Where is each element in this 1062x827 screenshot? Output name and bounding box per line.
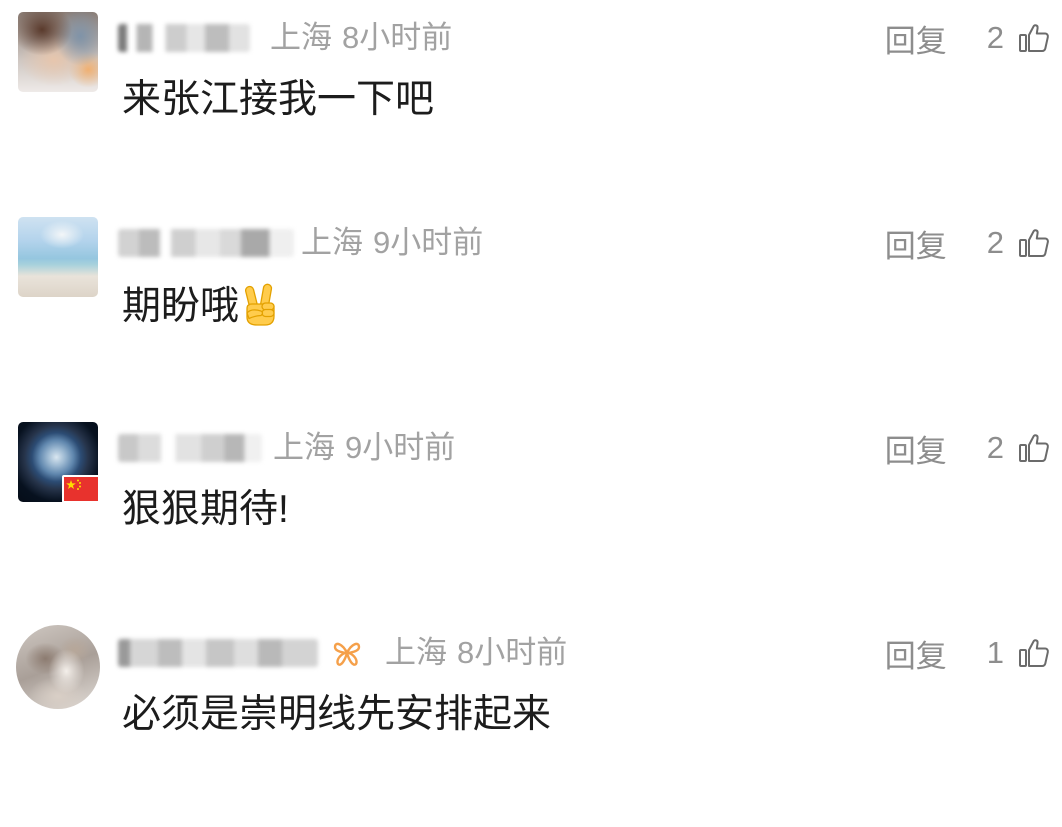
- avatar-image: [18, 12, 98, 92]
- user-avatar[interactable]: [18, 12, 98, 92]
- location-label: 上海: [301, 225, 363, 260]
- china-flag-icon: [62, 475, 100, 503]
- thumbs-up-icon[interactable]: [1018, 227, 1050, 259]
- timestamp: 9小时前: [373, 225, 484, 260]
- avatar-image: [18, 217, 98, 297]
- location-label: 上海: [273, 430, 335, 465]
- thumbs-up-icon[interactable]: [1018, 22, 1050, 54]
- comment-actions: 回复 2: [885, 225, 1050, 264]
- like-count: 2: [986, 430, 1004, 465]
- comment-text: 期盼哦: [122, 283, 281, 329]
- comment-actions: 回复 1: [885, 635, 1050, 674]
- comment-item: 上海 8小时前 回复 2 来张江接我一下吧: [0, 12, 1062, 212]
- timestamp: 9小时前: [345, 430, 456, 465]
- comment-actions: 回复 2: [885, 430, 1050, 469]
- like-count: 2: [986, 225, 1004, 260]
- username-blurred[interactable]: [118, 434, 262, 462]
- username-blurred[interactable]: [118, 229, 294, 257]
- location-label: 上海: [270, 20, 332, 55]
- user-avatar[interactable]: [18, 217, 98, 297]
- reply-button[interactable]: 回复: [885, 631, 947, 676]
- timestamp: 8小时前: [342, 20, 453, 55]
- comment-item: 上海 8小时前 回复 1 必须是崇明线先安排起来: [0, 625, 1062, 827]
- reply-button[interactable]: 回复: [885, 221, 947, 266]
- avatar-image: [16, 625, 100, 709]
- reply-button[interactable]: 回复: [885, 426, 947, 471]
- comment-meta: 上海 8小时前: [118, 635, 567, 671]
- comment-meta: 上海 9小时前: [118, 430, 455, 466]
- comment-meta: 上海 9小时前: [118, 225, 483, 261]
- comment-text: 必须是崇明线先安排起来: [122, 693, 552, 736]
- like-count: 2: [986, 20, 1004, 55]
- user-avatar[interactable]: [16, 625, 100, 709]
- comment-text-content: 期盼哦: [122, 285, 240, 328]
- user-avatar[interactable]: [18, 422, 100, 503]
- username-blurred[interactable]: [118, 24, 250, 52]
- comment-text: 狠狠期待!: [122, 488, 289, 531]
- comment-meta: 上海 8小时前: [118, 20, 452, 56]
- comment-item: 上海 9小时前 回复 2 狠狠期待!: [0, 422, 1062, 622]
- thumbs-up-icon[interactable]: [1018, 432, 1050, 464]
- comment-text: 来张江接我一下吧: [122, 78, 435, 121]
- location-label: 上海: [385, 635, 447, 670]
- reply-button[interactable]: 回复: [885, 16, 947, 61]
- like-count: 1: [986, 635, 1004, 670]
- timestamp: 8小时前: [457, 635, 568, 670]
- victory-hand-icon: [245, 283, 275, 326]
- comment-item: 上海 9小时前 回复 2 期盼哦: [0, 217, 1062, 417]
- butterfly-badge-icon[interactable]: [332, 640, 362, 667]
- username-blurred[interactable]: [118, 639, 318, 667]
- thumbs-up-icon[interactable]: [1018, 637, 1050, 669]
- comment-actions: 回复 2: [885, 20, 1050, 59]
